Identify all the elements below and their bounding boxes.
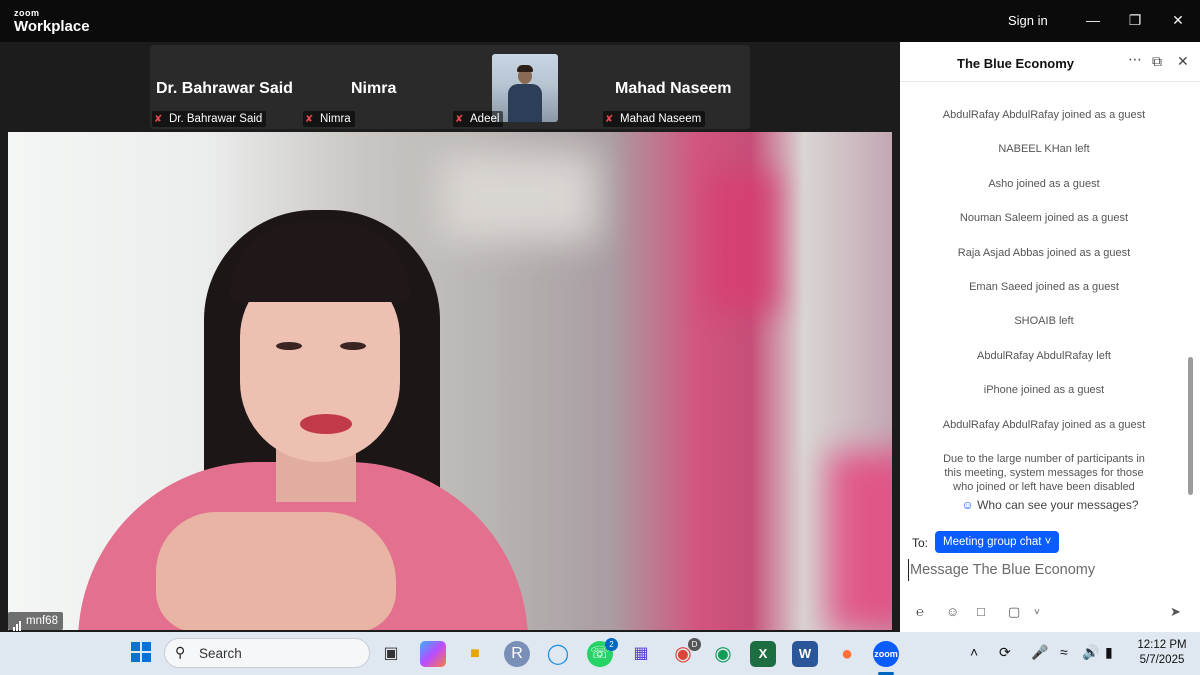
speaker-name-label: mnf68 (8, 612, 63, 631)
chrome-icon[interactable]: ◉ D (670, 638, 701, 667)
word-icon[interactable]: W (792, 641, 818, 667)
windows-start-icon[interactable] (128, 641, 154, 667)
tile-name-nimra: Nimra (351, 80, 397, 97)
chevron-down-icon: ˅ (1044, 536, 1052, 548)
system-message: Asho joined as a guest (988, 178, 1100, 190)
r-app-icon[interactable]: R (504, 641, 530, 667)
system-clock[interactable]: 12:12 PM 5/7/2025 (1130, 638, 1194, 668)
person-icon: ☺ (961, 498, 974, 512)
search-label: Search (199, 646, 242, 661)
wifi-icon[interactable]: ≈ (1060, 644, 1068, 660)
system-message: AbdulRafay AbdulRafay left (977, 350, 1111, 362)
whatsapp-badge: 2 (605, 638, 618, 651)
clock-date: 5/7/2025 (1139, 654, 1185, 666)
system-message: Raja Asjad Abbas joined as a guest (957, 247, 1131, 259)
connection-signal-icon (13, 613, 22, 631)
edge-icon[interactable]: ◯ (545, 641, 571, 667)
system-message: NABEEL KHan left (998, 143, 1090, 155)
title-bar: zoom Workplace Sign in — ❐ ✕ (0, 0, 1200, 42)
maximize-icon[interactable]: ❐ (1125, 10, 1145, 30)
task-view-icon[interactable]: ▣ (378, 641, 404, 667)
zoom-workplace-logo: zoom Workplace (14, 8, 90, 35)
system-notice: Due to the large number of participants … (943, 453, 1145, 492)
screenshot-options-chevron-icon[interactable]: ˅ (1034, 607, 1040, 618)
tile-label-bahrawar: ✘ Dr. Bahrawar Said (152, 111, 267, 127)
excel-icon[interactable]: X (750, 641, 776, 667)
chrome-profile-icon[interactable]: ◉ (710, 641, 736, 667)
chat-panel: The Blue Economy ⋯ ⧉ ✕ AbdulRafay AbdulR… (900, 42, 1200, 632)
chat-scrollbar[interactable] (1188, 357, 1193, 495)
to-label: To: (912, 536, 929, 550)
mic-muted-icon: ✘ (455, 114, 464, 125)
tile-name-bahrawar: Dr. Bahrawar Said (156, 80, 293, 97)
system-message: Nouman Saleem joined as a guest (959, 212, 1129, 224)
system-message: AbdulRafay AbdulRafay joined as a guest (942, 419, 1146, 431)
search-icon: ⚲ (175, 644, 186, 660)
taskbar-search[interactable]: ⚲ Search (164, 638, 370, 668)
system-message: iPhone joined as a guest (983, 384, 1105, 396)
copilot-icon[interactable] (420, 641, 446, 667)
zoom-window: zoom Workplace Sign in — ❐ ✕ Dr. Bahrawa… (0, 0, 1200, 675)
system-message: AbdulRafay AbdulRafay joined as a guest (942, 109, 1146, 121)
more-options-icon[interactable]: ⋯ (1128, 51, 1142, 68)
tile-label-adeel: ✘ Adeel (453, 111, 504, 127)
sign-in-link[interactable]: Sign in (1008, 13, 1048, 28)
file-icon[interactable]: □ (977, 604, 985, 619)
tile-label-nimra: ✘ Nimra (303, 111, 355, 127)
active-speaker-video[interactable] (8, 132, 892, 630)
minimize-icon[interactable]: — (1083, 10, 1103, 30)
format-icon[interactable]: ℮ (916, 604, 924, 619)
clock-time: 12:12 PM (1137, 639, 1187, 651)
pop-out-icon[interactable]: ⧉ (1152, 53, 1162, 70)
chat-header: The Blue Economy ⋯ ⧉ ✕ (900, 42, 1200, 82)
tile-label-mahad: ✘ Mahad Naseem (603, 111, 706, 127)
participant-strip: Dr. Bahrawar Said ✘ Dr. Bahrawar Said Nim… (150, 45, 750, 129)
tile-name-mahad: Mahad Naseem (615, 80, 732, 97)
recipient-dropdown[interactable]: Meeting group chat ˅ (935, 531, 1060, 553)
firefox-icon[interactable]: ● (834, 641, 860, 667)
mic-muted-icon: ✘ (305, 114, 314, 125)
chat-title: The Blue Economy (957, 56, 1075, 71)
sync-icon[interactable]: ⟳ (999, 644, 1011, 661)
message-input[interactable] (908, 559, 1192, 581)
calendar-app-icon[interactable]: ▦ (628, 641, 654, 667)
send-icon[interactable]: ➤ (1170, 604, 1181, 620)
zoom-taskbar-icon[interactable]: zoom (873, 641, 899, 667)
show-hidden-icons-chevron-icon[interactable]: ˄ (970, 644, 978, 660)
screenshot-icon[interactable]: ▢ (1008, 604, 1020, 620)
file-explorer-icon[interactable]: ■ (462, 641, 488, 667)
volume-icon[interactable]: 🔊 (1082, 644, 1099, 661)
whatsapp-icon[interactable]: ☏ 2 (587, 638, 618, 667)
mic-muted-icon: ✘ (605, 114, 614, 125)
meeting-area: Dr. Bahrawar Said ✘ Dr. Bahrawar Said Nim… (0, 42, 900, 632)
windows-taskbar: ⚲ Search ▣ ■ R ◯ ☏ 2 ▦ ◉ D ◉ X W ● zoom ˄ … (0, 632, 1200, 675)
close-chat-icon[interactable]: ✕ (1177, 53, 1189, 70)
system-message: Eman Saeed joined as a guest (969, 281, 1119, 293)
chrome-profile-badge: D (688, 638, 701, 651)
logo-workplace-text: Workplace (14, 18, 90, 35)
emoji-icon[interactable]: ☺ (946, 604, 959, 619)
battery-icon[interactable]: ▮ (1105, 644, 1113, 661)
microphone-icon[interactable]: 🎤 (1031, 644, 1048, 661)
close-icon[interactable]: ✕ (1168, 10, 1188, 30)
mic-muted-icon: ✘ (154, 114, 163, 125)
who-can-see-link[interactable]: ☺ Who can see your messages? (900, 498, 1200, 512)
system-message: SHOAIB left (1014, 315, 1074, 327)
logo-zoom-text: zoom (14, 8, 40, 18)
chat-messages[interactable]: AbdulRafay AbdulRafay joined as a guest … (900, 82, 1188, 492)
